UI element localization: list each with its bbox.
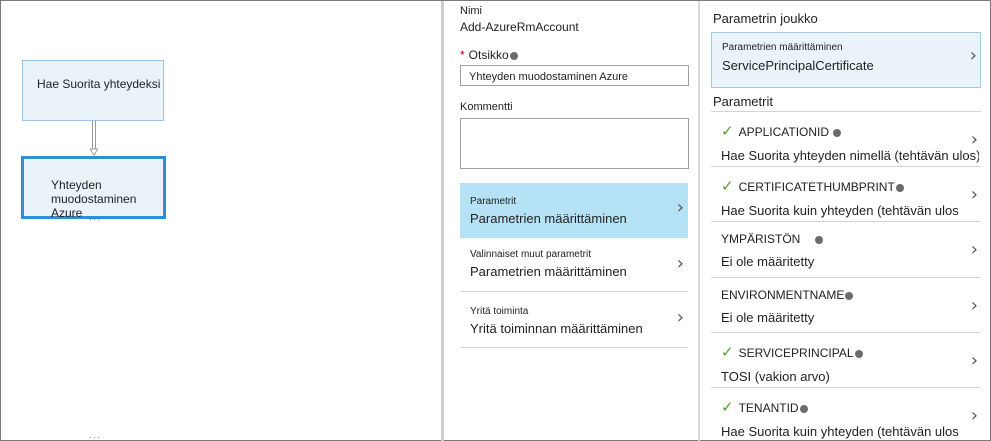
info-icon[interactable] [845,291,854,300]
check-icon: ✓ [721,177,734,195]
window-frame: Hae Suorita yhteydeksi Yhteyden muodosta… [0,0,991,441]
name-label: Nimi [460,5,482,17]
info-icon[interactable] [854,349,863,358]
check-icon: ✓ [721,398,734,416]
nav-item-value: Yritä toiminnan määrittäminen [470,321,643,336]
parameter-name: APPLICATIONID [738,125,830,139]
parameter-value: Hae Suorita kuin yhteyden (tehtävän ulos [721,203,959,218]
chevron-right-icon: › [969,45,977,66]
parameter-set-selector[interactable]: Parametrien määrittäminen ServicePrincip… [711,32,981,88]
info-icon[interactable] [833,128,842,137]
nav-item-title: Parametrit [470,196,517,207]
chevron-right-icon: › [970,405,978,426]
parameter-value: Ei ole määritetty [721,254,815,269]
parameter-row-environmentname[interactable]: ENVIRONMENTNAME Ei ole määritetty › [711,277,981,332]
nav-item-optional-parameters[interactable]: Valinnaiset muut parametrit Parametrien … [460,239,688,292]
check-icon: ✓ [721,122,734,140]
parameter-value: Ei ole määritetty [721,310,815,325]
info-icon[interactable] [814,235,823,244]
nav-item-value: Parametrien määrittäminen [470,211,627,226]
parameter-row-tenantid[interactable]: ✓ TENANTID Hae Suorita kuin yhteyden (teh… [711,387,981,441]
pane-splitter[interactable] [698,1,700,441]
name-value: Add-AzureRmAccount [460,20,579,34]
nav-item-title: Yritä toiminta [470,306,529,317]
chevron-right-icon: › [970,184,978,205]
nav-item-retry-behavior[interactable]: Yritä toiminta Yritä toiminnan määrittäm… [460,293,688,348]
parameter-value: Hae Suorita kuin yhteyden (tehtävän ulos [721,424,959,439]
nav-item-parameters[interactable]: Parametrit Parametrien määrittäminen › [460,183,688,238]
parameter-name: TENANTID [738,401,799,415]
activity-properties-pane: Nimi Add-AzureRmAccount *Otsikko Komment… [444,1,698,441]
parameter-set-title: Parametrin joukko [713,11,818,26]
nav-item-title: Valinnaiset muut parametrit [470,249,591,260]
parameter-name: ENVIRONMENTNAME [721,288,845,302]
parameter-name: YMPÄRISTÖN [721,232,801,246]
parameter-row-applicationid[interactable]: ✓ APPLICATIONID Hae Suorita yhteyden nime… [711,111,981,166]
node-label: Hae Suorita yhteydeksi [37,77,161,91]
parameters-pane: Parametrin joukko Parametrien määrittämi… [701,1,991,441]
chevron-right-icon: › [970,295,978,316]
chevron-right-icon: › [970,129,978,150]
canvas-scroll-handle[interactable]: ··· [89,432,101,441]
chevron-right-icon: › [970,350,978,371]
chevron-right-icon: › [970,239,978,260]
parameter-name: CERTIFICATETHUMBPRINT [738,180,895,194]
parameter-value: TOSI (vakion arvo) [721,369,830,384]
label-field-text: Otsikko [468,48,509,62]
info-icon[interactable] [509,51,518,60]
parameter-set-value: ServicePrincipalCertificate [722,58,874,73]
parameter-row-serviceprincipal[interactable]: ✓ SERVICEPRINCIPAL TOSI (vakion arvo) › [711,332,981,387]
comment-label: Kommentti [460,101,513,113]
parameter-value: Hae Suorita yhteyden nimellä (tehtävän u… [721,148,979,163]
activity-node-connect-azure[interactable]: Yhteyden muodostaminen Azure [21,156,166,220]
required-marker: * [460,48,465,62]
label-input[interactable] [460,65,689,86]
parameter-name: SERVICEPRINCIPAL [738,346,854,360]
parameter-row-environment[interactable]: YMPÄRISTÖN Ei ole määritetty › [711,221,981,276]
parameter-set-caption: Parametrien määrittäminen [722,42,843,53]
connector-arrow [90,121,98,156]
chevron-right-icon: › [676,197,684,218]
activity-node-get-connection[interactable]: Hae Suorita yhteydeksi [22,60,164,121]
info-icon[interactable] [799,404,808,413]
runbook-canvas[interactable]: Hae Suorita yhteydeksi Yhteyden muodosta… [2,2,440,441]
chevron-right-icon: › [676,307,684,328]
connector-handle[interactable]: ··· [89,214,101,224]
parameters-title: Parametrit [713,94,773,109]
comment-textarea[interactable] [460,118,689,169]
check-icon: ✓ [721,343,734,361]
nav-item-value: Parametrien määrittäminen [470,264,627,279]
chevron-right-icon: › [676,253,684,274]
parameter-row-certificatethumbprint[interactable]: ✓ CERTIFICATETHUMBPRINT Hae Suorita kuin … [711,166,981,221]
label-field-label: * Otsikko [460,48,518,62]
info-icon[interactable] [895,183,904,192]
